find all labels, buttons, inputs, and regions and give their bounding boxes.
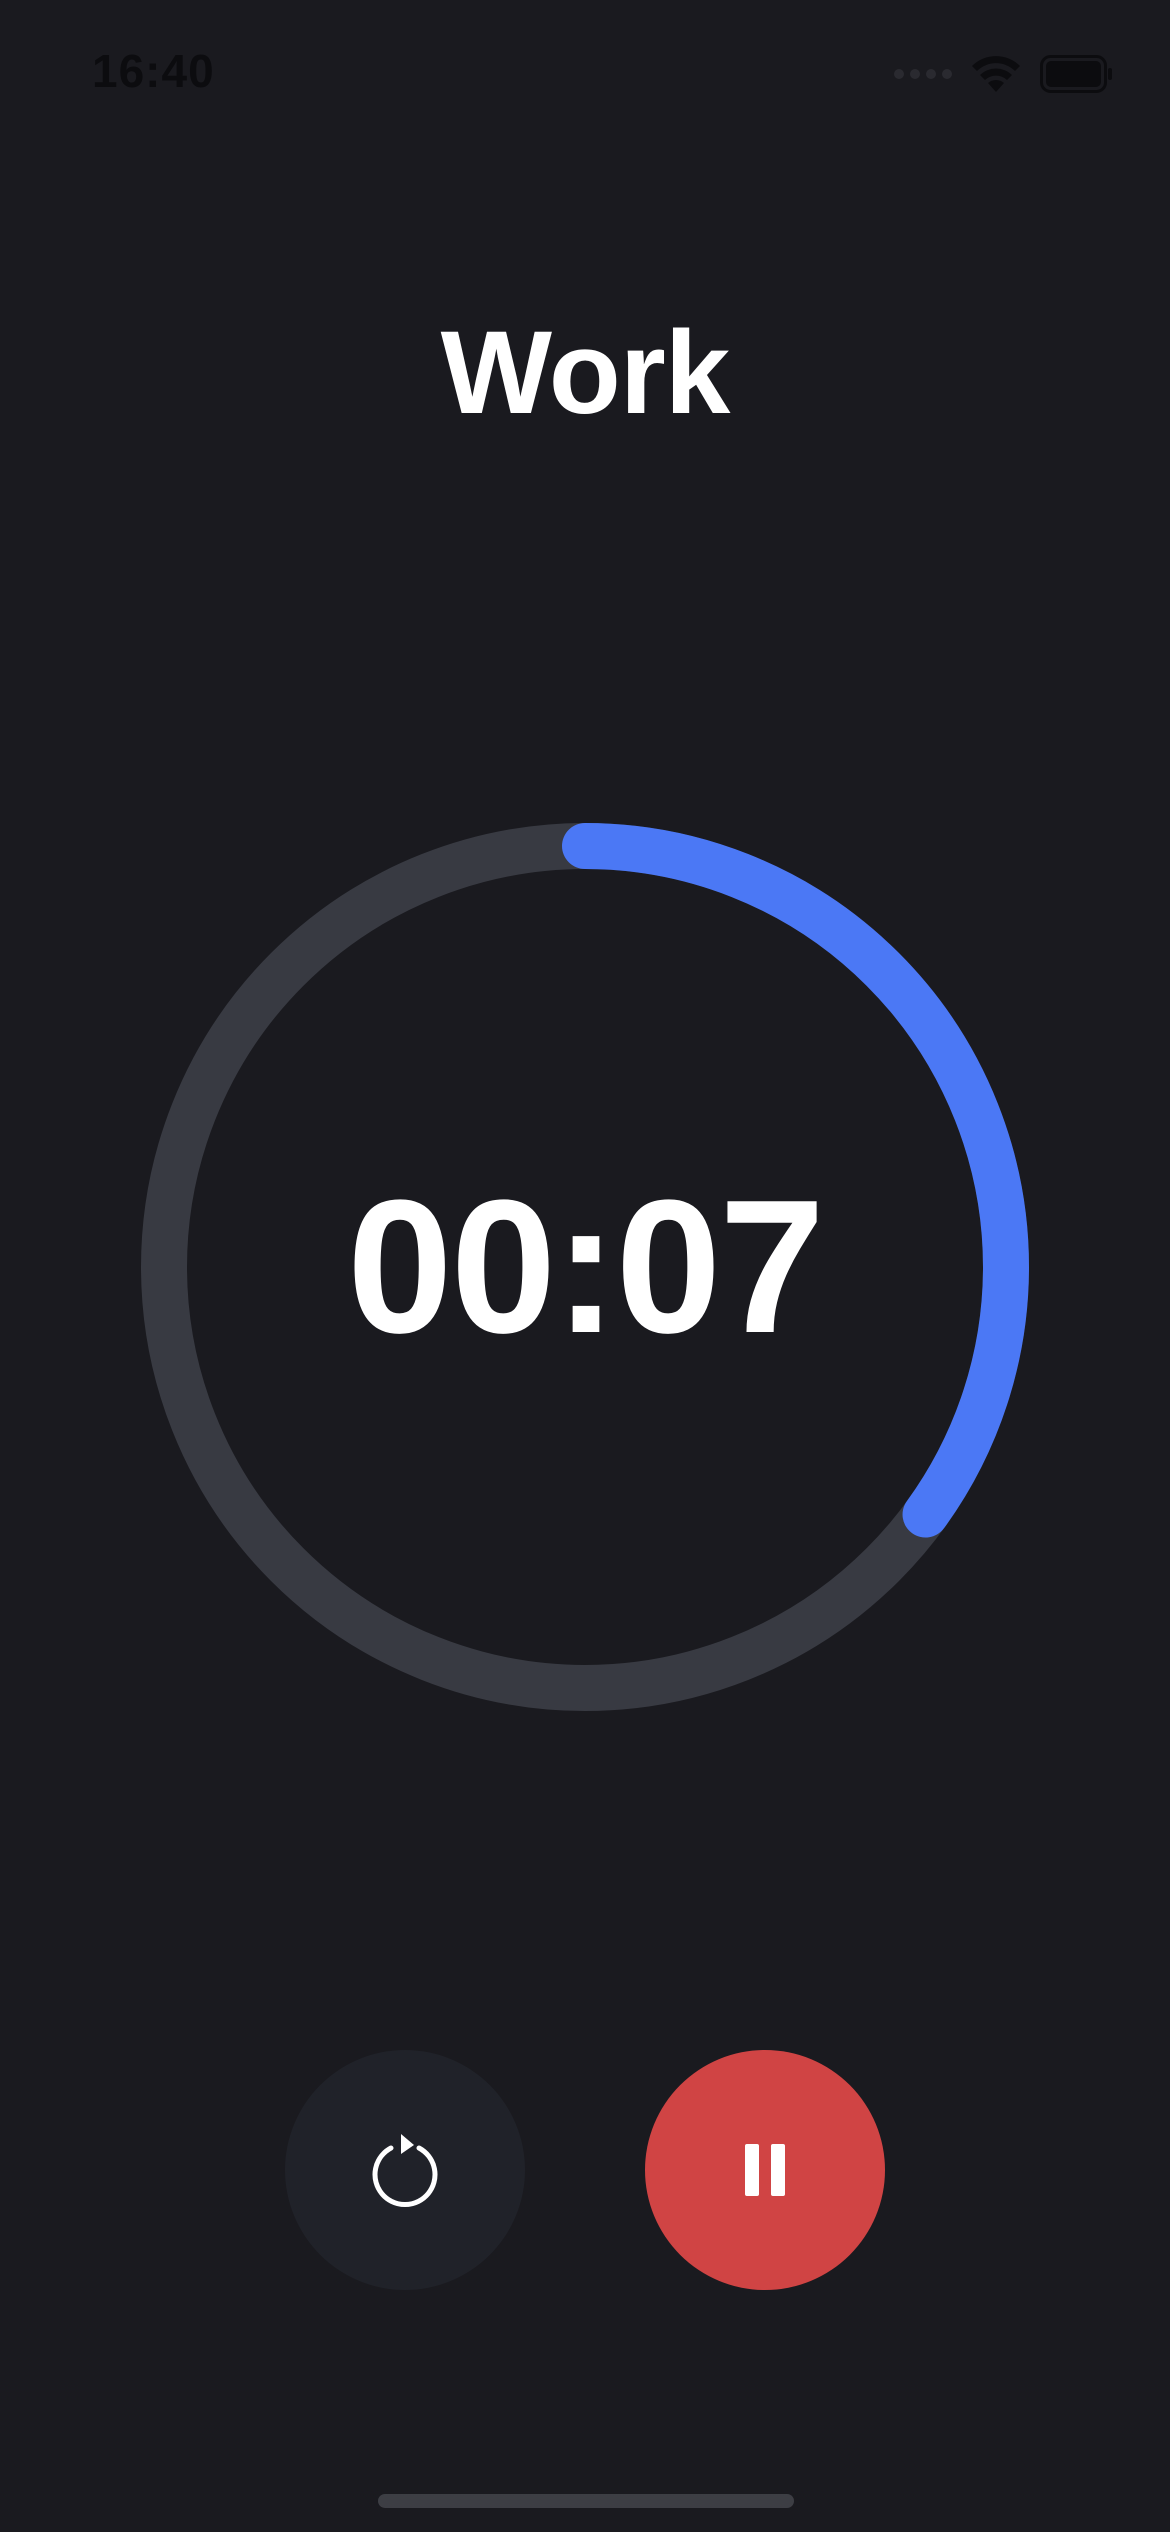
status-bar: 16:40 [0, 0, 1170, 150]
pause-button[interactable] [645, 2050, 885, 2290]
mode-title: Work [440, 307, 731, 439]
home-indicator[interactable] [378, 2494, 794, 2508]
time-remaining: 00:07 [347, 1161, 825, 1373]
reset-button[interactable] [285, 2050, 525, 2290]
battery-icon [1040, 55, 1112, 93]
reset-icon [372, 2134, 438, 2207]
status-icons [894, 50, 1114, 98]
pause-icon [745, 2144, 785, 2196]
timer-screen: 16:40 Work 00:07 [0, 0, 1170, 2532]
cellular-signal-icon [894, 69, 952, 79]
wifi-icon [972, 56, 1020, 92]
status-time: 16:40 [92, 45, 215, 97]
